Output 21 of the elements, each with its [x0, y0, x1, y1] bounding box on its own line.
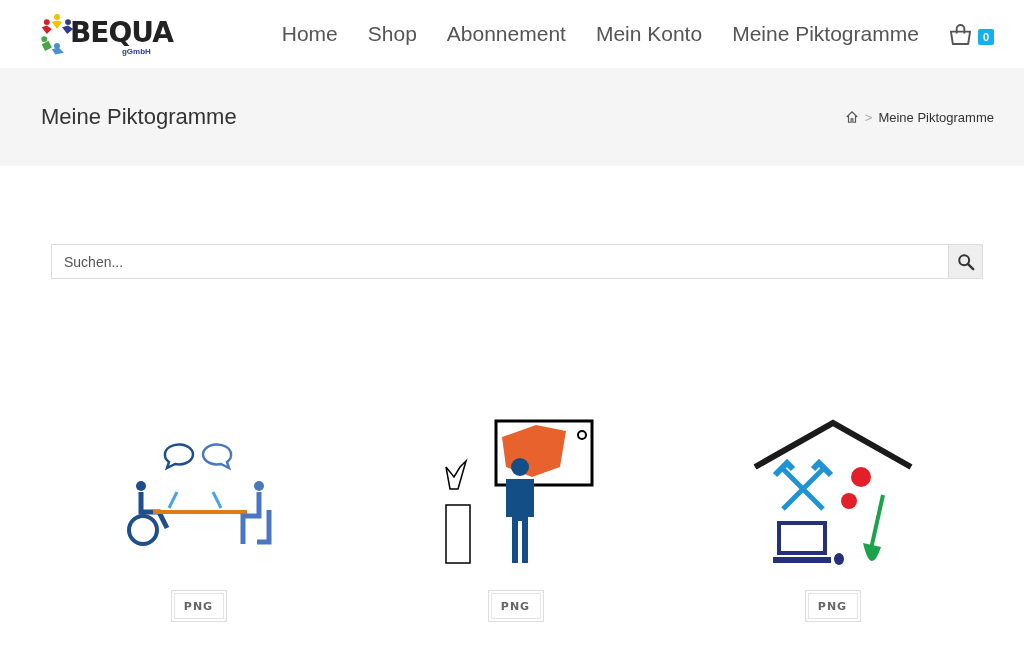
nav-link[interactable]: Shop	[367, 22, 417, 46]
nav-link[interactable]: Mein Konto	[595, 22, 703, 46]
png-download-button[interactable]: PNG	[487, 590, 544, 622]
search-button[interactable]	[948, 244, 983, 279]
search-field[interactable]: Suchen...	[51, 244, 948, 279]
page-title: Meine Piktogramme	[41, 104, 237, 130]
png-download-button[interactable]: PNG	[804, 590, 861, 622]
logo-wordmark: BEQUA	[70, 19, 173, 47]
search-icon	[956, 252, 975, 271]
logo[interactable]: BEQUA gGmbH	[40, 12, 173, 56]
png-download-button[interactable]: PNG	[170, 590, 227, 622]
breadcrumb-current: Meine Piktogramme	[878, 109, 994, 125]
people-logo-icon	[40, 12, 74, 56]
breadcrumb-separator: >	[864, 109, 873, 125]
logo-subtitle: gGmbH	[121, 47, 151, 56]
nav-link[interactable]: Meine Piktogramme	[732, 22, 919, 46]
nav-link[interactable]: Home	[281, 22, 338, 46]
cart-count-badge: 0	[977, 29, 994, 45]
nav-link[interactable]: Abonnement	[446, 22, 566, 46]
shopping-bag-icon	[948, 23, 972, 45]
home-icon[interactable]	[844, 110, 859, 124]
